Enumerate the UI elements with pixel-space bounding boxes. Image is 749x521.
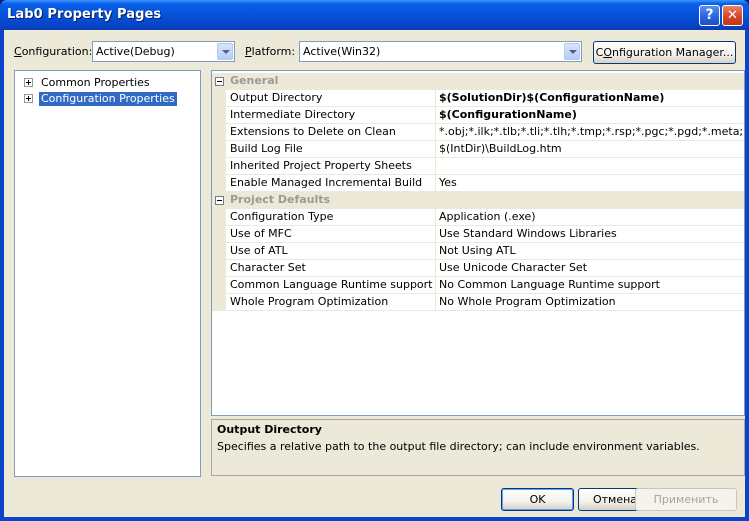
category-general[interactable]: General xyxy=(212,73,744,90)
property-name: Configuration Type xyxy=(226,209,436,226)
apply-button[interactable]: Применить xyxy=(635,488,737,511)
category-label: Project Defaults xyxy=(230,193,331,206)
row-gutter xyxy=(212,107,226,124)
row-gutter xyxy=(212,141,226,158)
property-pages-window: Lab0 Property Pages ? ✕ Configuration: A… xyxy=(0,0,749,521)
property-value[interactable]: $(SolutionDir)$(ConfigurationName) xyxy=(436,90,744,107)
property-name: Use of ATL xyxy=(226,243,436,260)
property-value[interactable]: No Whole Program Optimization xyxy=(436,294,744,311)
expand-plus-icon[interactable] xyxy=(24,94,33,103)
property-value[interactable]: Not Using ATL xyxy=(436,243,744,260)
property-row[interactable]: Character Set Use Unicode Character Set xyxy=(212,260,744,277)
description-title: Output Directory xyxy=(217,423,322,436)
property-row[interactable]: Configuration Type Application (.exe) xyxy=(212,209,744,226)
row-gutter xyxy=(212,260,226,277)
property-value[interactable]: $(ConfigurationName) xyxy=(436,107,744,124)
property-row[interactable]: Use of ATL Not Using ATL xyxy=(212,243,744,260)
collapse-minus-icon[interactable] xyxy=(215,196,224,205)
property-value[interactable]: $(IntDir)\BuildLog.htm xyxy=(436,141,744,158)
row-gutter xyxy=(212,175,226,192)
dialog-client-area: Configuration: Active(Debug) Platform: A… xyxy=(4,30,745,517)
help-button[interactable]: ? xyxy=(699,5,720,26)
property-name: Intermediate Directory xyxy=(226,107,436,124)
property-row[interactable]: Extensions to Delete on Clean *.obj;*.il… xyxy=(212,124,744,141)
property-value[interactable]: *.obj;*.ilk;*.tlb;*.tli;*.tlh;*.tmp;*.rs… xyxy=(436,124,744,141)
platform-value: Active(Win32) xyxy=(303,45,381,58)
platform-combo[interactable]: Active(Win32) xyxy=(299,41,582,62)
property-grid[interactable]: General Output Directory $(SolutionDir)$… xyxy=(211,70,745,416)
property-row[interactable]: Build Log File $(IntDir)\BuildLog.htm xyxy=(212,141,744,158)
property-name: Enable Managed Incremental Build xyxy=(226,175,436,192)
close-icon: ✕ xyxy=(727,8,738,23)
property-value[interactable]: Use Standard Windows Libraries xyxy=(436,226,744,243)
configuration-label: Configuration: xyxy=(14,45,93,58)
property-row[interactable]: Enable Managed Incremental Build Yes xyxy=(212,175,744,192)
category-label: General xyxy=(230,74,279,87)
property-value[interactable]: Application (.exe) xyxy=(436,209,744,226)
collapse-minus-icon[interactable] xyxy=(215,77,224,86)
row-gutter xyxy=(212,158,226,175)
property-value[interactable]: No Common Language Runtime support xyxy=(436,277,744,294)
help-icon: ? xyxy=(705,7,714,23)
property-row[interactable]: Use of MFC Use Standard Windows Librarie… xyxy=(212,226,744,243)
property-name: Output Directory xyxy=(226,90,436,107)
window-title: Lab0 Property Pages xyxy=(7,7,162,22)
tree-item-label: Configuration Properties xyxy=(38,91,178,107)
expand-plus-icon[interactable] xyxy=(24,78,33,87)
property-name: Whole Program Optimization xyxy=(226,294,436,311)
property-row[interactable]: Output Directory $(SolutionDir)$(Configu… xyxy=(212,90,744,107)
row-gutter xyxy=(212,90,226,107)
description-text: Specifies a relative path to the output … xyxy=(217,440,700,453)
configuration-combo[interactable]: Active(Debug) xyxy=(92,41,235,62)
tree-item-label: Common Properties xyxy=(41,76,150,89)
property-name: Character Set xyxy=(226,260,436,277)
configuration-value: Active(Debug) xyxy=(96,45,175,58)
ok-button[interactable]: OK xyxy=(501,488,574,511)
property-name: Inherited Project Property Sheets xyxy=(226,158,436,175)
row-gutter xyxy=(212,243,226,260)
chevron-down-icon[interactable] xyxy=(564,43,580,60)
description-panel: Output Directory Specifies a relative pa… xyxy=(211,419,745,476)
platform-label: Platform: xyxy=(245,45,296,58)
row-gutter xyxy=(212,294,226,311)
chevron-down-icon[interactable] xyxy=(217,43,233,60)
close-button[interactable]: ✕ xyxy=(722,5,743,26)
property-name: Use of MFC xyxy=(226,226,436,243)
category-project-defaults[interactable]: Project Defaults xyxy=(212,192,744,209)
property-row[interactable]: Inherited Project Property Sheets xyxy=(212,158,744,175)
row-gutter xyxy=(212,277,226,294)
property-row[interactable]: Common Language Runtime support No Commo… xyxy=(212,277,744,294)
property-value[interactable] xyxy=(436,158,744,175)
property-tree[interactable]: Common Properties Configuration Properti… xyxy=(14,70,201,477)
property-name: Common Language Runtime support xyxy=(226,277,436,294)
property-value[interactable]: Use Unicode Character Set xyxy=(436,260,744,277)
configuration-manager-button[interactable]: COnfiguration Manager... xyxy=(593,41,736,64)
row-gutter xyxy=(212,209,226,226)
title-bar[interactable]: Lab0 Property Pages ? ✕ xyxy=(0,0,749,30)
property-name: Build Log File xyxy=(226,141,436,158)
property-name: Extensions to Delete on Clean xyxy=(226,124,436,141)
property-row[interactable]: Whole Program Optimization No Whole Prog… xyxy=(212,294,744,311)
property-row[interactable]: Intermediate Directory $(ConfigurationNa… xyxy=(212,107,744,124)
row-gutter xyxy=(212,226,226,243)
property-value[interactable]: Yes xyxy=(436,175,744,192)
row-gutter xyxy=(212,124,226,141)
